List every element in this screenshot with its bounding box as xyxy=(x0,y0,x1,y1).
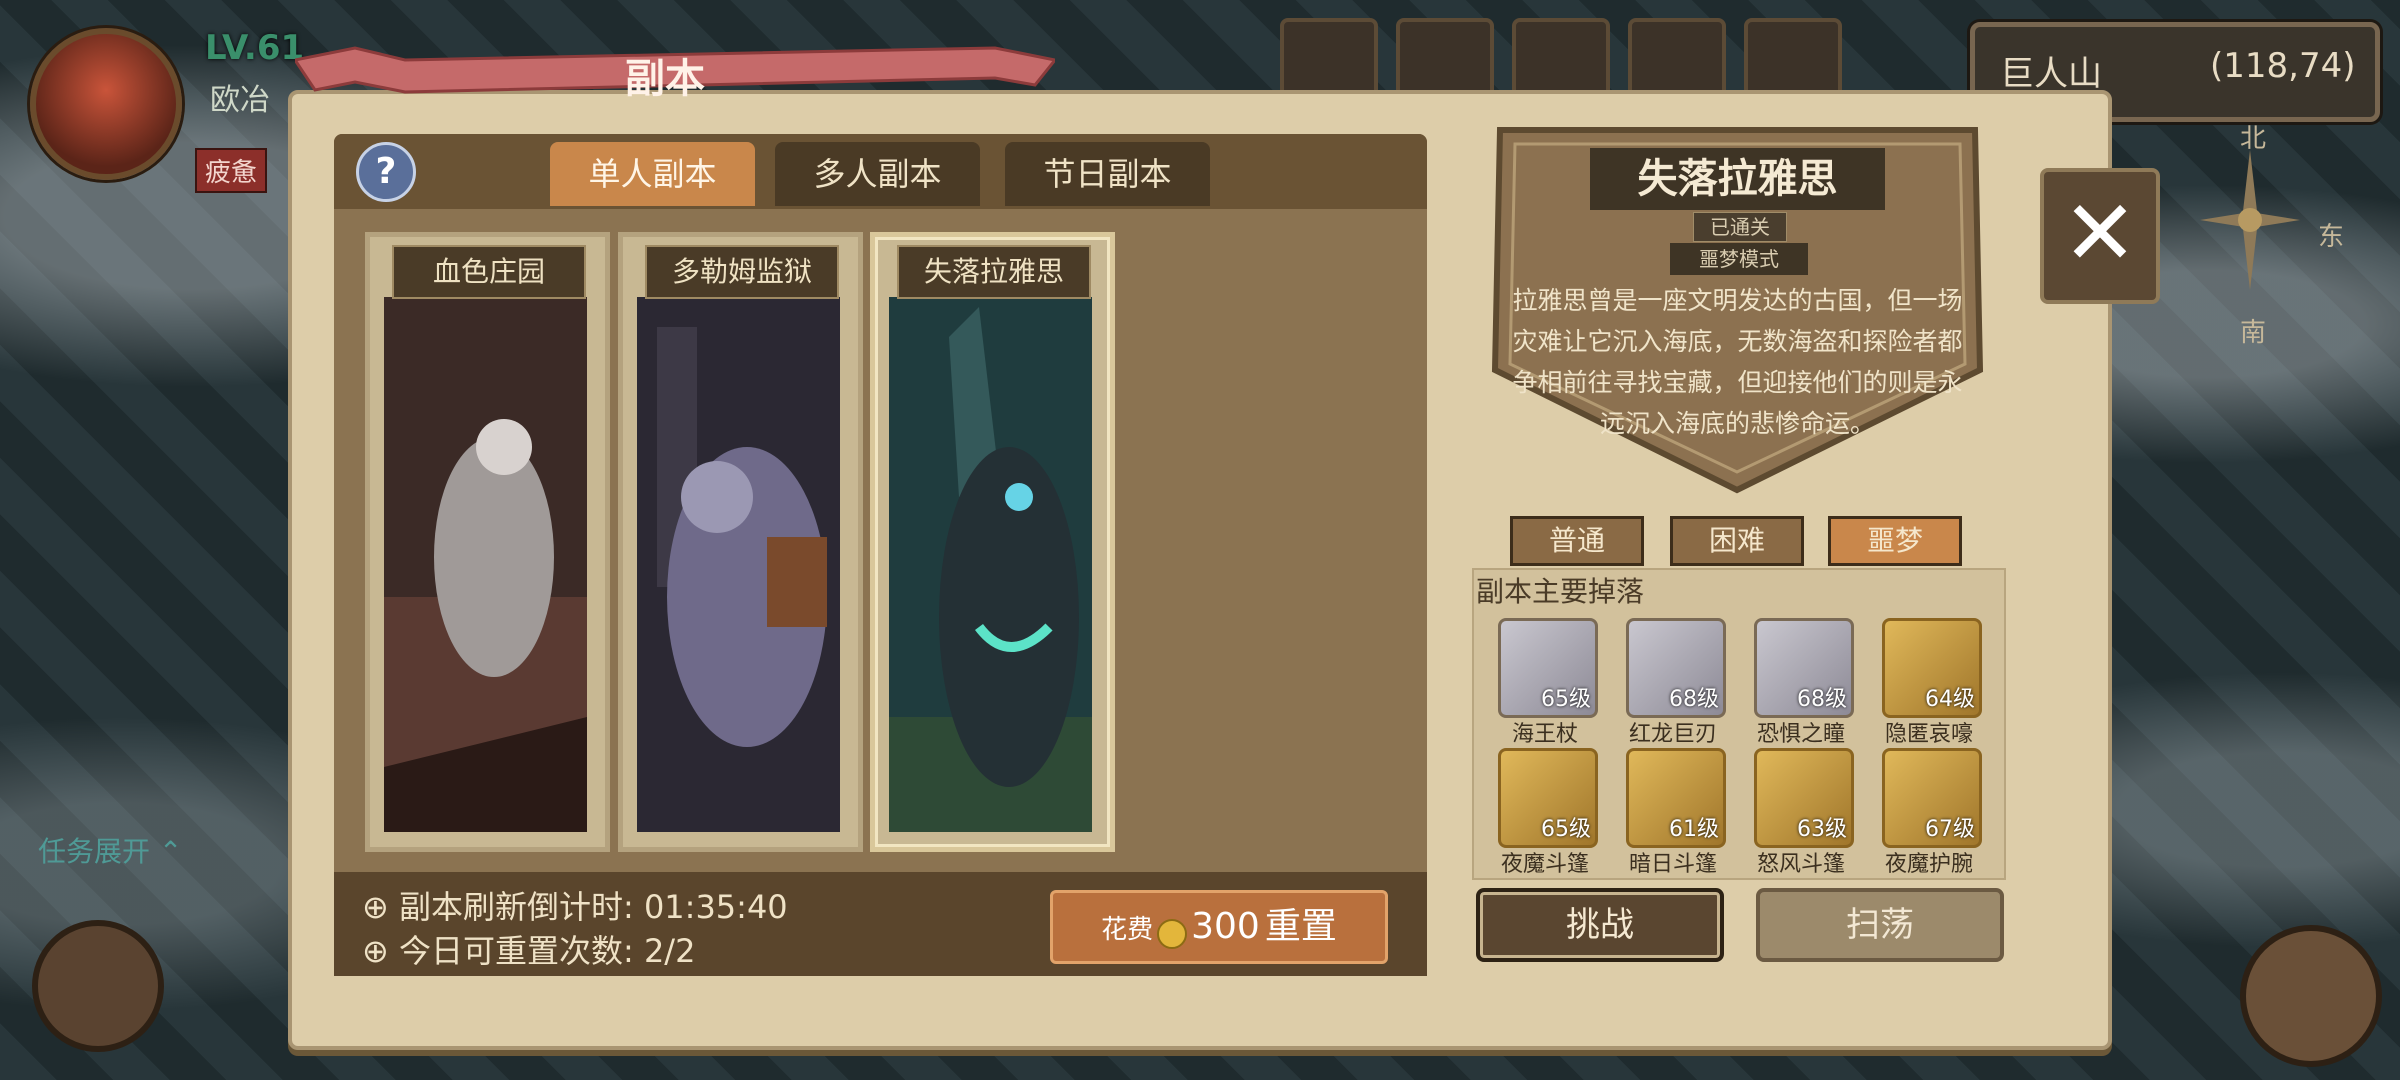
info-icon: ⊕ xyxy=(362,932,389,970)
compass-icon xyxy=(2200,150,2300,290)
help-icon[interactable]: ? xyxy=(356,142,416,202)
cost-label: 花费 xyxy=(1101,915,1154,945)
refresh-text: 副本刷新倒计时: 01:35:40 xyxy=(398,888,788,926)
tab-single-dungeon[interactable]: 单人副本 xyxy=(550,142,755,206)
coin-icon xyxy=(1157,918,1188,949)
item-name: 怒风斗篷 xyxy=(1756,852,1845,877)
drop-item[interactable]: 63级 xyxy=(1754,748,1854,848)
dungeon-name: 多勒姆监狱 xyxy=(645,245,839,299)
cleared-badge: 已通关 xyxy=(1693,212,1787,242)
difficulty-hard[interactable]: 困难 xyxy=(1670,516,1804,566)
reset-label: 重置 xyxy=(1264,906,1337,947)
item-level: 65级 xyxy=(1541,817,1591,842)
cost-value: 300 xyxy=(1191,906,1260,947)
reset-count: ⊕ 今日可重置次数: 2/2 xyxy=(362,926,695,972)
item-name: 夜魔护腕 xyxy=(1884,852,1973,877)
item-name: 海王杖 xyxy=(1511,722,1578,747)
task-expand-label: 任务展开 xyxy=(38,835,151,868)
item-level: 63级 xyxy=(1797,817,1847,842)
mode-badge: 噩梦模式 xyxy=(1670,243,1808,275)
difficulty-nightmare[interactable]: 噩梦 xyxy=(1828,516,1962,566)
player-avatar[interactable] xyxy=(30,28,182,180)
item-level: 64级 xyxy=(1925,687,1975,712)
item-name: 红龙巨刃 xyxy=(1628,722,1717,747)
compass-north: 北 xyxy=(2240,124,2267,154)
chevron-up-icon: ⌃ xyxy=(158,835,183,868)
item-name: 隐匿哀嚎 xyxy=(1884,722,1973,747)
item-name: 暗日斗篷 xyxy=(1628,852,1717,877)
refresh-countdown: ⊕ 副本刷新倒计时: 01:35:40 xyxy=(362,882,788,928)
compass-south: 南 xyxy=(2240,318,2267,348)
map-icon[interactable] xyxy=(32,920,164,1052)
location-coords: (118,74) xyxy=(2210,46,2356,86)
drop-item[interactable]: 65级 xyxy=(1498,618,1598,718)
drop-item[interactable]: 61级 xyxy=(1626,748,1726,848)
item-level: 67级 xyxy=(1925,817,1975,842)
location-name: 巨人山 xyxy=(2000,54,2102,94)
drop-item[interactable]: 68级 xyxy=(1626,618,1726,718)
item-name: 夜魔斗篷 xyxy=(1500,852,1589,877)
dungeon-art xyxy=(637,297,840,832)
sweep-button[interactable]: 扫荡 xyxy=(1756,888,2004,962)
dungeon-card[interactable]: 多勒姆监狱 xyxy=(618,232,863,852)
tab-festival-dungeon[interactable]: 节日副本 xyxy=(1005,142,1210,206)
player-name: 欧冶 xyxy=(210,83,270,118)
status-badge: 疲惫 xyxy=(195,148,268,193)
item-name: 恐惧之瞳 xyxy=(1756,722,1845,747)
item-level: 68级 xyxy=(1797,687,1847,712)
dungeon-art xyxy=(889,297,1092,832)
reset-button[interactable]: 花费 300 重置 xyxy=(1050,890,1388,964)
drops-title: 副本主要掉落 xyxy=(1476,575,1645,608)
dungeon-art xyxy=(384,297,587,832)
challenge-button[interactable]: 挑战 xyxy=(1476,888,1724,962)
panel-title: 副本 xyxy=(625,56,705,102)
dungeon-name: 血色庄园 xyxy=(392,245,586,299)
drop-item[interactable]: 68级 xyxy=(1754,618,1854,718)
reset-count-text: 今日可重置次数: 2/2 xyxy=(398,932,696,970)
compass-east: 东 xyxy=(2318,222,2345,252)
drop-item[interactable]: 64级 xyxy=(1882,618,1982,718)
difficulty-normal[interactable]: 普通 xyxy=(1510,516,1644,566)
item-level: 61级 xyxy=(1669,817,1719,842)
task-expand-toggle[interactable]: 任务展开 ⌃ xyxy=(38,830,182,870)
drop-item[interactable]: 65级 xyxy=(1498,748,1598,848)
drop-item[interactable]: 67级 xyxy=(1882,748,1982,848)
dungeon-description: 拉雅思曾是一座文明发达的古国，但一场灾难让它沉入海底，无数海盗和探险者都争相前往… xyxy=(1512,286,1963,438)
item-level: 68级 xyxy=(1669,687,1719,712)
close-icon[interactable]: ✕ xyxy=(2040,168,2160,304)
player-level: LV.61 xyxy=(205,28,305,68)
tab-multi-dungeon[interactable]: 多人副本 xyxy=(775,142,980,206)
item-level: 65级 xyxy=(1541,687,1591,712)
clock-icon: ⊕ xyxy=(362,888,389,926)
house-icon[interactable] xyxy=(2240,925,2382,1067)
dungeon-card[interactable]: 血色庄园 xyxy=(365,232,610,852)
dungeon-name: 失落拉雅思 xyxy=(897,245,1091,299)
dungeon-card-selected[interactable]: 失落拉雅思 xyxy=(870,232,1115,852)
dungeon-title: 失落拉雅思 xyxy=(1590,148,1885,210)
